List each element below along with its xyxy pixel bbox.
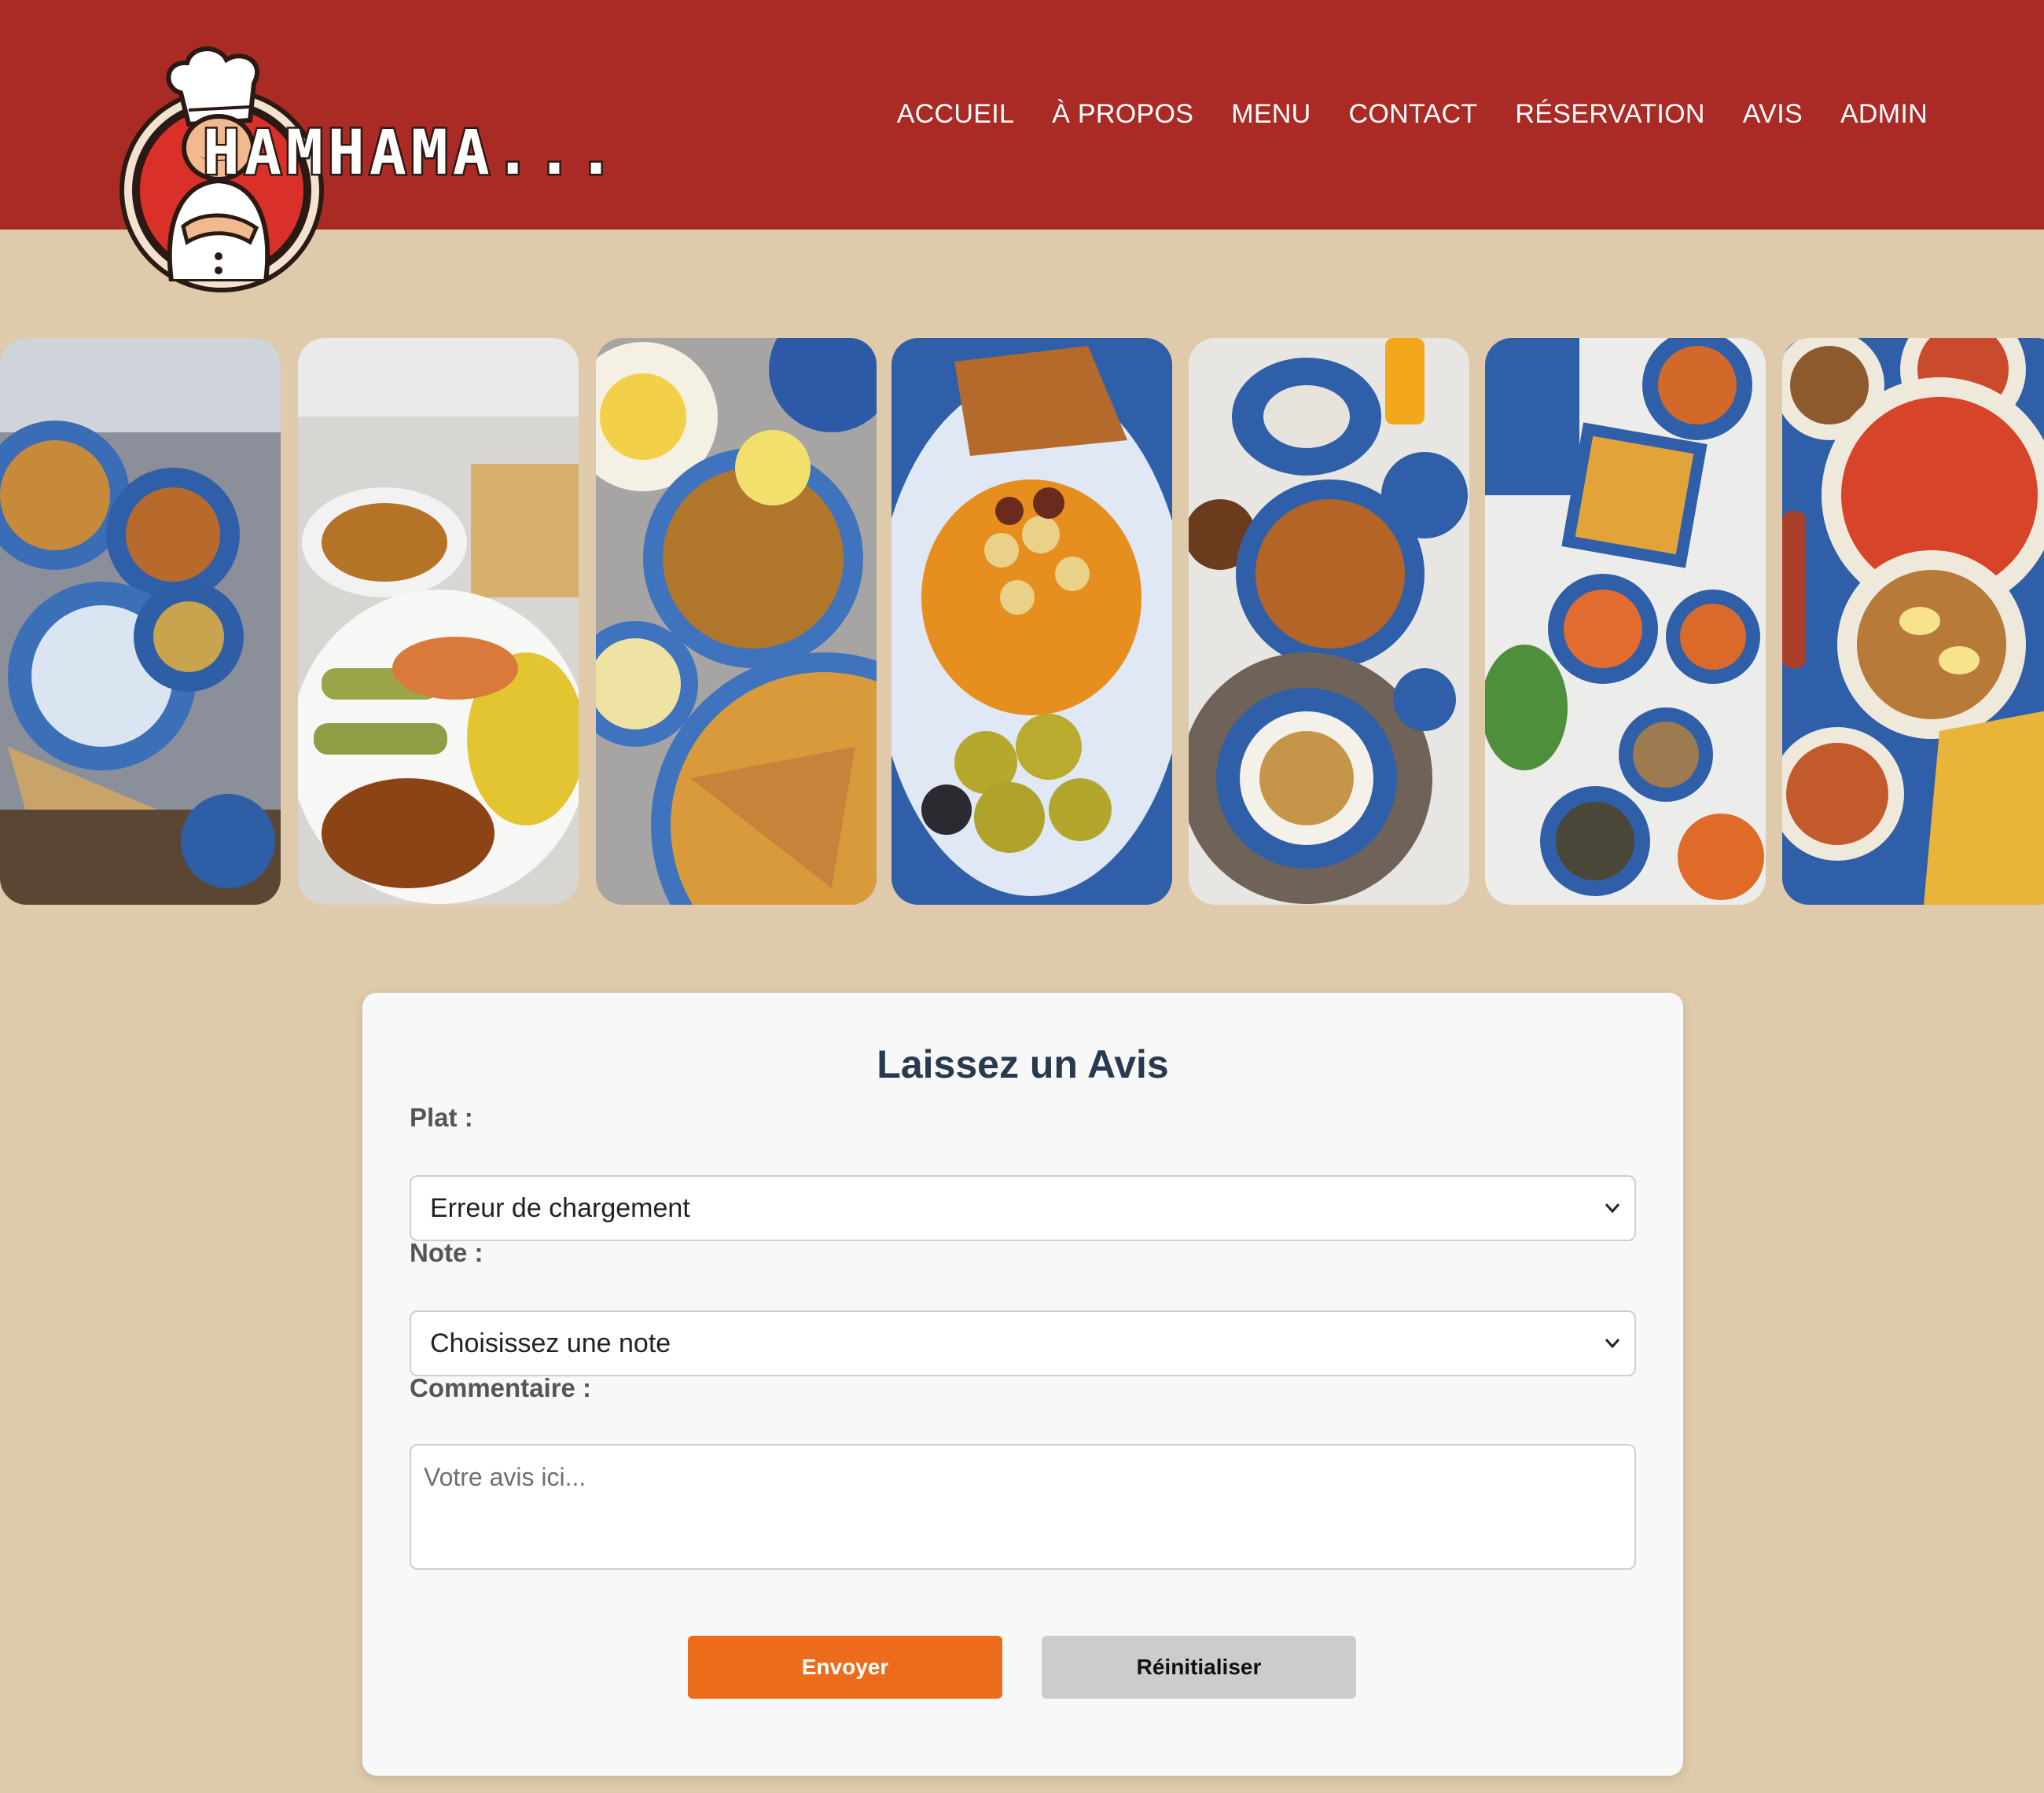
nav-contact[interactable]: CONTACT [1330, 95, 1497, 133]
rating-label: Note : [410, 1238, 483, 1267]
site-header: HAMHAMA... ACCUEIL À PROPOS MENU CONTACT… [0, 0, 2044, 288]
main-nav: ACCUEIL À PROPOS MENU CONTACT RÉSERVATIO… [878, 95, 1947, 133]
comment-label: Commentaire : [410, 1373, 592, 1402]
nav-reservation[interactable]: RÉSERVATION [1496, 95, 1723, 133]
dish-photo-2 [298, 338, 579, 905]
nav-a-propos[interactable]: À PROPOS [1033, 95, 1212, 133]
chevron-down-icon [1605, 1203, 1620, 1214]
rating-select-value: Choisissez une note [430, 1328, 671, 1358]
food-gallery [0, 338, 2044, 906]
review-form-card: Laissez un Avis Plat : Erreur de chargem… [362, 993, 1683, 1776]
reset-button[interactable]: Réinitialiser [1042, 1636, 1356, 1699]
nav-accueil[interactable]: ACCUEIL [878, 95, 1033, 133]
nav-menu[interactable]: MENU [1212, 95, 1329, 133]
dish-photo-5 [1189, 338, 1469, 905]
dish-label: Plat : [410, 1103, 473, 1132]
dish-photo-1 [0, 338, 281, 905]
nav-admin[interactable]: ADMIN [1822, 95, 1947, 133]
comment-textarea[interactable]: Votre avis ici... [410, 1444, 1636, 1570]
nav-avis[interactable]: AVIS [1724, 95, 1822, 133]
logo-text: HAMHAMA... [201, 116, 619, 191]
dish-select-value: Erreur de chargement [430, 1193, 690, 1223]
dish-photo-4 [891, 338, 1172, 905]
dish-select[interactable]: Erreur de chargement [410, 1175, 1636, 1241]
site-logo[interactable]: HAMHAMA... [124, 46, 643, 288]
dish-photo-3 [596, 338, 877, 905]
form-title: Laissez un Avis [877, 1042, 1169, 1086]
chevron-down-icon [1605, 1339, 1620, 1349]
comment-placeholder: Votre avis ici... [424, 1463, 586, 1491]
dish-photo-6 [1485, 338, 1766, 905]
submit-button[interactable]: Envoyer [688, 1636, 1002, 1699]
dish-photo-7 [1782, 338, 2044, 905]
rating-select[interactable]: Choisissez une note [410, 1310, 1636, 1376]
